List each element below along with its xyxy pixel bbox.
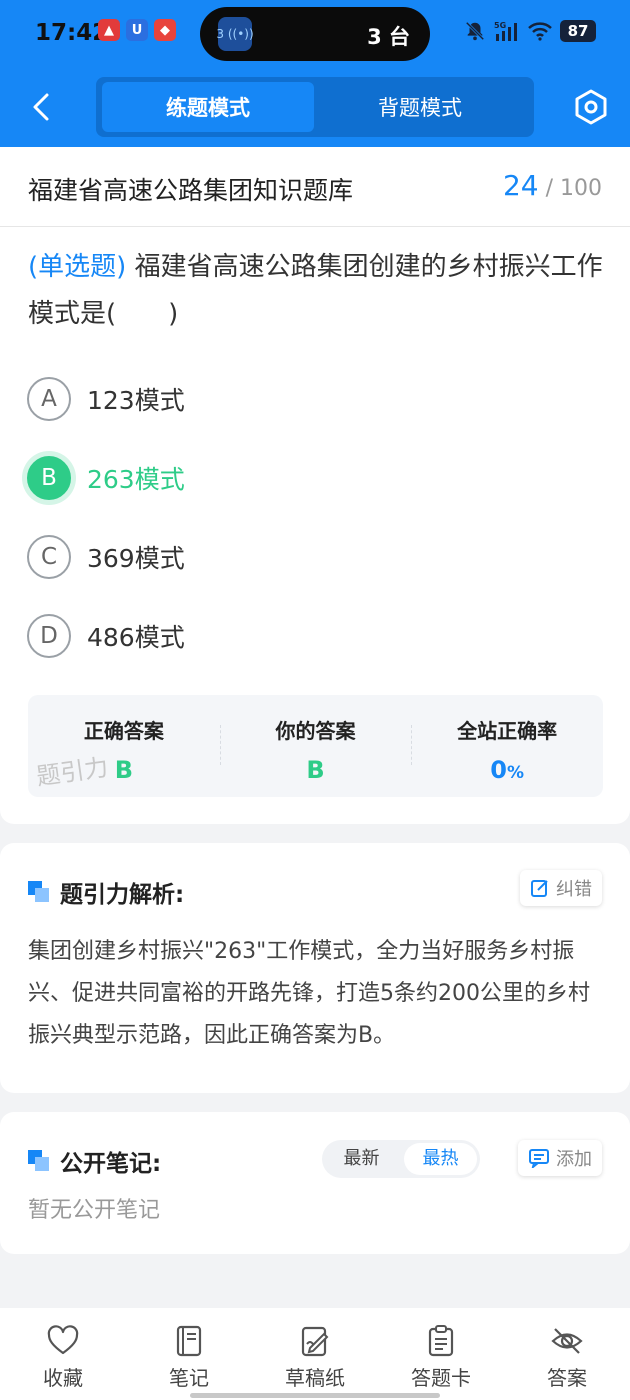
chevron-left-icon [33, 93, 49, 121]
nav-label: 答案 [547, 1366, 587, 1390]
question-text: (单选题) 福建省高速公路集团创建的乡村振兴工作模式是( ) [28, 244, 608, 338]
total-questions: 100 [560, 176, 602, 201]
public-notes-card: 公开笔记: 最新 最热 添加 暂无公开笔记 [0, 1112, 630, 1254]
option-text: 123模式 [87, 386, 185, 415]
accuracy-rate-label: 全站正确率 [457, 719, 558, 743]
nav-answer-sheet[interactable]: 答题卡 [378, 1308, 504, 1400]
option-text: 486模式 [87, 623, 185, 652]
tab-recite-mode[interactable]: 背题模式 [314, 82, 526, 132]
home-indicator[interactable] [190, 1393, 440, 1398]
answer-sheet-icon [428, 1325, 454, 1357]
question-type-label: (单选题) [28, 252, 127, 282]
accuracy-rate-block: 全站正确率 0% [411, 695, 603, 797]
notebook-icon [176, 1325, 202, 1357]
bottom-toolbar: 收藏 笔记 草稿纸 答题卡 答案 [0, 1308, 630, 1400]
app-header: 17:42 ▲ U ◆ 3 ((•)) 3 台 5G 87 练题模式 背题模式 [0, 0, 630, 147]
question-card: 福建省高速公路集团知识题库 24 / 100 (单选题) 福建省高速公路集团创建… [0, 147, 630, 824]
status-bar: 17:42 ▲ U ◆ 3 ((•)) 3 台 5G 87 [0, 0, 630, 68]
eye-slash-icon [551, 1328, 583, 1354]
app-notification-icon: U [126, 19, 148, 41]
option-text: 369模式 [87, 544, 185, 573]
nav-draft[interactable]: 草稿纸 [252, 1308, 378, 1400]
nav-favorite[interactable]: 收藏 [0, 1308, 126, 1400]
nav-notes[interactable]: 笔记 [126, 1308, 252, 1400]
nav-label: 答题卡 [411, 1366, 471, 1390]
sort-latest[interactable]: 最新 [325, 1143, 398, 1175]
dynamic-island[interactable]: 3 ((•)) 3 台 [200, 7, 430, 61]
correct-answer-label: 正确答案 [83, 719, 164, 743]
draft-icon [301, 1326, 329, 1357]
app-notification-icon: ◆ [154, 19, 176, 41]
report-error-button[interactable]: 纠错 [520, 870, 602, 906]
sort-hottest[interactable]: 最热 [404, 1143, 477, 1175]
option-letter: C [27, 535, 71, 579]
option-letter: D [27, 614, 71, 658]
option-c[interactable]: C 369模式 [27, 534, 527, 580]
bank-title: 福建省高速公路集团知识题库 [28, 176, 354, 205]
settings-hexagon-icon [575, 89, 607, 125]
option-b[interactable]: B 263模式 [27, 455, 527, 501]
heart-icon [47, 1325, 79, 1355]
your-answer-block: 你的答案 B [219, 695, 412, 797]
add-note-button[interactable]: 添加 [518, 1140, 602, 1176]
back-button[interactable] [24, 89, 58, 125]
option-text: 263模式 [87, 465, 185, 494]
settings-button[interactable] [572, 88, 610, 126]
nav-answer[interactable]: 答案 [504, 1308, 630, 1400]
mode-switch: 练题模式 背题模式 [96, 77, 534, 137]
battery-indicator: 87 [560, 20, 596, 42]
system-icons: 5G 87 [464, 20, 596, 42]
option-letter: A [27, 377, 71, 421]
tab-practice-mode[interactable]: 练题模式 [102, 82, 314, 132]
analysis-title: 题引力解析: [28, 875, 184, 909]
notification-app-icons: ▲ U ◆ [98, 19, 176, 41]
answer-summary: 正确答案 B 你的答案 B 全站正确率 0% [28, 695, 603, 797]
analysis-text: 集团创建乡村振兴"263"工作模式，全力当好服务乡村振兴、促进共同富裕的开路先锋… [28, 939, 590, 1048]
current-question-number: 24 [502, 169, 539, 202]
mute-bell-icon [465, 21, 485, 41]
section-marker-icon [28, 881, 50, 903]
edit-icon [531, 880, 548, 897]
nav-label: 收藏 [43, 1366, 83, 1390]
option-letter: B [27, 456, 71, 500]
notes-sort-toggle: 最新 最热 [322, 1140, 480, 1178]
signal-icon: 5G [494, 21, 517, 41]
svg-text:5G: 5G [494, 21, 506, 30]
section-marker-icon [28, 1150, 50, 1172]
bank-header: 福建省高速公路集团知识题库 24 / 100 [0, 147, 630, 227]
option-a[interactable]: A 123模式 [27, 376, 527, 422]
option-d[interactable]: D 486模式 [27, 613, 527, 659]
comment-icon [529, 1149, 549, 1168]
nav-label: 笔记 [169, 1366, 209, 1390]
app-notification-icon: ▲ [98, 19, 120, 41]
your-answer-label: 你的答案 [275, 719, 356, 743]
nav-label: 草稿纸 [285, 1366, 345, 1390]
analysis-card: 题引力解析: 纠错 集团创建乡村振兴"263"工作模式，全力当好服务乡村振兴、促… [0, 843, 630, 1093]
question-progress: 24 / 100 [502, 169, 602, 202]
wifi-icon [528, 22, 552, 41]
your-answer-value: B [306, 756, 325, 784]
accuracy-rate-value: 0% [490, 756, 525, 784]
empty-notes-text: 暂无公开笔记 [28, 1198, 161, 1223]
island-text: 3 台 [367, 25, 410, 49]
broadcast-icon: 3 ((•)) [216, 17, 254, 51]
notes-title: 公开笔记: [28, 1144, 161, 1178]
